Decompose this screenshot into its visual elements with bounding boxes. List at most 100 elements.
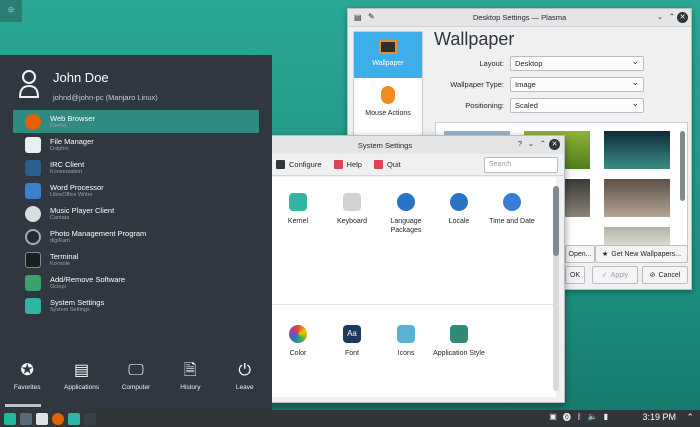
pin-icon[interactable]: ✎ [368, 12, 375, 21]
window-task-icon[interactable] [84, 412, 96, 425]
tab-applications[interactable]: ▤ Applications [56, 355, 108, 400]
module-locale[interactable]: Locale [433, 193, 485, 226]
wallpaper-scrollbar[interactable] [680, 131, 685, 201]
globe-icon [397, 193, 415, 211]
menu-item-title: Web Browser [50, 113, 95, 123]
launcher-icon[interactable] [4, 412, 16, 425]
firefox-icon[interactable] [52, 412, 64, 425]
module-font[interactable]: Aa Font [326, 325, 378, 358]
network-icon[interactable]: ▣ [549, 412, 557, 423]
locale-icon [450, 193, 468, 211]
menu-item-subtitle: Cantata [50, 214, 70, 221]
module-label: Time and Date [489, 218, 535, 225]
module-label: Locale [448, 218, 470, 225]
positioning-select[interactable]: Scaled [510, 97, 644, 113]
folder-icon[interactable] [36, 412, 48, 425]
configure-label: Configure [289, 160, 322, 169]
settings-icon[interactable] [68, 412, 80, 425]
writer-icon [25, 182, 41, 199]
desktop-icon[interactable] [20, 412, 32, 425]
module-keyboard[interactable]: Keyboard [326, 193, 378, 226]
menu-item-music-player[interactable]: Music Player Client Cantata [13, 202, 259, 225]
menu-item-terminal[interactable]: Terminal Konsole [13, 248, 259, 271]
wallpaper-thumbnail[interactable] [604, 131, 670, 169]
apply-button[interactable]: ✓ Apply [592, 266, 638, 284]
menu-item-subtitle: Konsole [50, 260, 70, 267]
module-application-style[interactable]: Application Style [433, 325, 485, 358]
cancel-button[interactable]: ⊘ Cancel [642, 266, 688, 284]
positioning-row: Positioning: Scaled [438, 97, 644, 113]
close-icon[interactable]: ✕ [549, 139, 560, 150]
wallpaper-thumbnail[interactable] [604, 179, 670, 217]
module-language-packages[interactable]: Language Packages [380, 193, 432, 235]
menu-item-word-processor[interactable]: Word Processor LibreOffice Writer [13, 179, 259, 202]
panel-expand-icon[interactable]: ⌃ [686, 412, 694, 423]
search-input[interactable]: Search [484, 157, 558, 173]
desktop-toolbox-icon[interactable]: ⯐ [0, 0, 22, 22]
sidebar-item-label: Mouse Actions [365, 110, 411, 117]
module-icons[interactable]: Icons [380, 325, 432, 358]
page-title: Wallpaper [434, 29, 515, 49]
wallpaper-type-select[interactable]: Image [510, 76, 644, 92]
system-tray: ▣ ⓿ ᛒ 🔈 ▮ [549, 412, 608, 423]
ok-button[interactable]: OK [565, 266, 585, 284]
tab-label: Applications [64, 384, 100, 391]
icons-icon [397, 325, 415, 343]
get-new-wallpapers-button[interactable]: ★ Get New Wallpapers... [595, 245, 688, 263]
menu-item-system-settings[interactable]: System Settings System Settings [13, 294, 259, 317]
tab-computer[interactable]: 🖵 Computer [110, 355, 162, 400]
terminal-icon [25, 251, 41, 268]
maximize-icon[interactable]: ⌃ [669, 12, 675, 21]
user-name: John Doe [53, 70, 109, 85]
keyboard-icon [343, 193, 361, 211]
volume-icon[interactable]: 🔈 [588, 412, 598, 423]
settings-scrollbar[interactable] [553, 186, 559, 391]
quit-button[interactable]: Quit [373, 160, 401, 169]
notifications-icon[interactable]: ⓿ [563, 412, 571, 423]
clock-icon [503, 193, 521, 211]
package-icon [25, 274, 41, 291]
menu-item-add-remove-software[interactable]: Add/Remove Software Octopi [13, 271, 259, 294]
avatar [18, 70, 40, 98]
module-label: Keyboard [337, 218, 367, 225]
settings-icon [25, 297, 41, 314]
module-color[interactable]: Color [272, 325, 324, 358]
open-button[interactable]: Open... [565, 245, 595, 263]
tab-history[interactable]: 🗎 History [164, 355, 216, 400]
minimize-icon[interactable]: ⌄ [528, 139, 534, 148]
clock[interactable]: 3:19 PM [642, 412, 676, 422]
sidebar-item-mouse-actions[interactable]: Mouse Actions [354, 78, 422, 124]
module-time-and-date[interactable]: Time and Date [486, 193, 538, 226]
scrollbar-thumb[interactable] [553, 186, 559, 256]
window-title: Desktop Settings — Plasma [472, 13, 567, 22]
help-icon[interactable]: ? [518, 139, 522, 148]
bluetooth-icon[interactable]: ᛒ [577, 412, 582, 423]
help-button[interactable]: Help [333, 160, 362, 169]
folder-icon [25, 136, 41, 153]
menu-item-web-browser[interactable]: Web Browser Firefox [13, 110, 259, 133]
maximize-icon[interactable]: ⌃ [540, 139, 546, 148]
window-menu-icon[interactable]: ▤ [354, 13, 362, 22]
leave-icon: ⏻ [238, 362, 252, 379]
taskbar: ▣ ⓿ ᛒ 🔈 ▮ 3:19 PM ⌃ [0, 410, 700, 427]
history-icon: 🗎 [183, 362, 197, 379]
tab-leave[interactable]: ⏻ Leave [219, 355, 271, 400]
menu-item-title: Terminal [50, 251, 79, 261]
module-kernel[interactable]: Kernel [272, 193, 324, 226]
apply-check-icon: ✓ [601, 272, 608, 279]
get-new-wallpapers-label: Get New Wallpapers... [611, 250, 682, 258]
menu-item-irc-client[interactable]: IRC Client Konversation [13, 156, 259, 179]
menu-item-subtitle: System Settings [50, 306, 90, 313]
module-label: Application Style [433, 350, 485, 357]
configure-button[interactable]: Configure [276, 160, 322, 169]
desktop-settings-titlebar[interactable]: ▤ ✎ Desktop Settings — Plasma ⌄ ⌃ ✕ [348, 9, 691, 27]
menu-item-file-manager[interactable]: File Manager Dolphin [13, 133, 259, 156]
menu-item-photo-management[interactable]: Photo Management Program digiKam [13, 225, 259, 248]
battery-icon[interactable]: ▮ [604, 412, 608, 423]
layout-select[interactable]: Desktop [510, 55, 644, 71]
sidebar-item-wallpaper[interactable]: Wallpaper [354, 32, 422, 78]
minimize-icon[interactable]: ⌄ [657, 12, 663, 21]
tab-favorites[interactable]: ✪ Favorites [1, 355, 53, 400]
close-icon[interactable]: ✕ [677, 12, 688, 23]
layout-row: Layout: Desktop [438, 55, 644, 71]
